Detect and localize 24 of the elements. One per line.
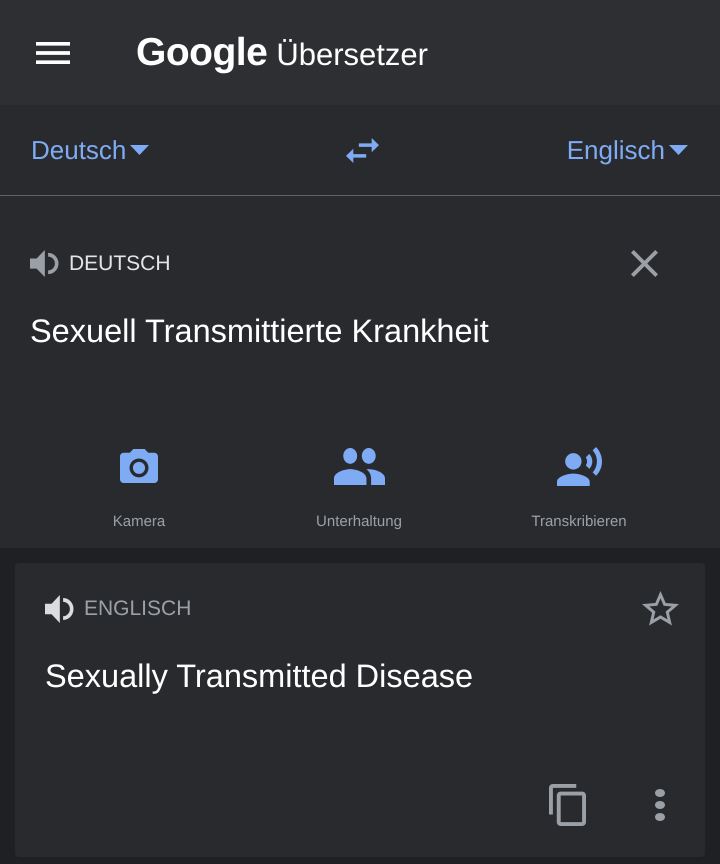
target-language-label: ENGLISCH [84,596,192,620]
copy-icon[interactable] [549,784,586,826]
input-mode-button[interactable]: Unterhaltung [316,446,402,531]
caret-icon [669,145,688,155]
close-icon[interactable] [631,250,658,277]
more-options-icon[interactable] [655,789,665,821]
source-language-button[interactable]: Deutsch [31,134,150,166]
two-people-icon [334,448,384,484]
input-mode-button[interactable]: Transkribieren [531,446,627,531]
translation-text: Sexually Transmitted Disease [45,658,474,694]
camera-icon [120,449,158,483]
source-language-label: DEUTSCH [69,252,171,276]
speaker-icon[interactable] [30,250,59,277]
source-text-field[interactable]: Sexuell Transmittierte Krankheit [30,313,489,349]
star-icon[interactable] [642,591,679,626]
caret-icon [130,145,150,155]
target-language-button[interactable]: Englisch [566,134,688,166]
swap-arrows-icon[interactable] [346,138,379,162]
person-speaking-icon [556,446,602,486]
logo-text: Google [136,30,268,76]
app-title: Übersetzer [276,36,428,74]
input-mode-button[interactable]: Kamera [112,446,166,531]
speaker-icon[interactable] [45,594,74,622]
menu-icon[interactable] [36,42,70,64]
